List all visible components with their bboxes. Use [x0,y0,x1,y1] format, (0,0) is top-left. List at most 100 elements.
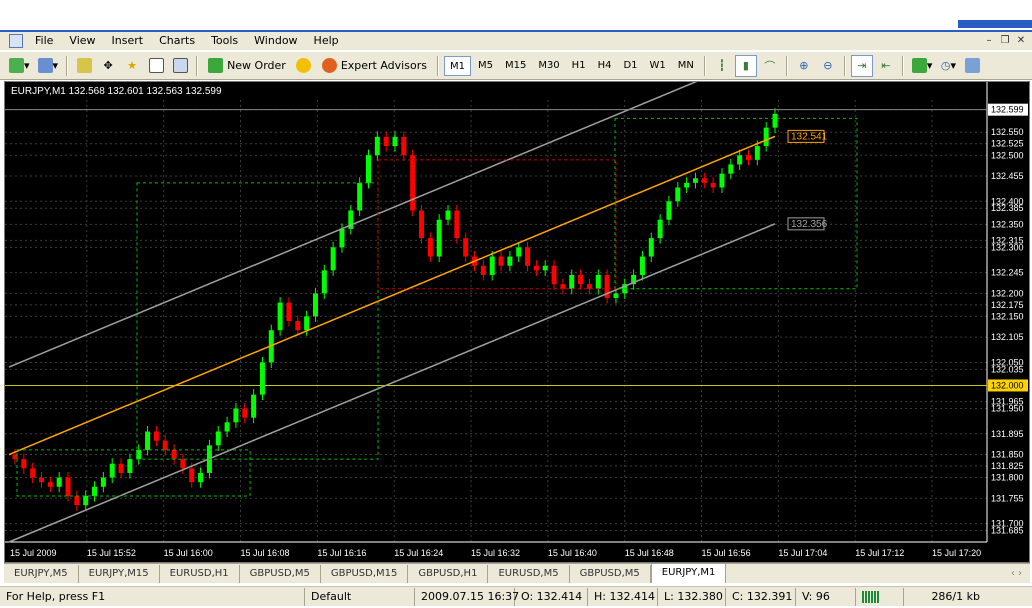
status-help: For Help, press F1 [0,587,305,606]
menu-charts[interactable]: Charts [151,33,203,49]
zoom-in-button[interactable]: ⊕ [793,55,815,77]
timeframe-m15[interactable]: M15 [500,56,531,76]
periods-button[interactable]: ◷ ▾ [937,55,959,77]
line-chart-button[interactable]: ⌒ [759,55,781,77]
tab-eurjpy-m5[interactable]: EURJPY,M5 [4,565,79,583]
indicators-button[interactable]: ▾ [909,55,936,77]
time-axis-label: 15 Jul 16:24 [394,548,443,558]
timeframe-h4[interactable]: H4 [593,56,617,76]
chart-shift-button[interactable]: ⇤ [875,55,897,77]
candle-body [127,459,133,473]
tab-eurjpy-m1[interactable]: EURJPY,M1 [650,563,727,583]
candle-body [480,265,486,275]
star-icon: ★ [127,59,137,72]
candle-body [153,431,159,441]
tab-gbpusd-m5[interactable]: GBPUSD,M5 [240,565,321,583]
candle-body [304,316,310,331]
price-axis-label: 131.685 [991,525,1024,535]
menu-bar: File View Insert Charts Tools Window Hel… [0,30,1032,50]
tab-scroll-arrows[interactable]: ‹ › [1003,565,1030,583]
new-chart-button[interactable]: ▾ [6,55,33,77]
price-axis-label: 132.150 [991,311,1024,321]
bar-chart-button[interactable]: ┇ [711,55,733,77]
menu-window[interactable]: Window [246,33,305,49]
timeframe-w1[interactable]: W1 [645,56,671,76]
candlestick-button[interactable]: ▮ [734,54,757,77]
candle-body [56,477,62,487]
status-close: C: 132.391 [726,587,796,606]
timeframe-m30[interactable]: M30 [533,56,564,76]
profiles-button[interactable]: ▾ [35,55,62,77]
price-axis-label: 131.950 [991,403,1024,413]
candle-body [145,431,151,450]
tab-gbpusd-m5-2[interactable]: GBPUSD,M5 [570,565,651,583]
data-window-button[interactable]: ✥ [97,55,119,77]
status-low: L: 132.380 [658,587,726,606]
zoom-out-icon: ⊖ [823,59,833,72]
menu-file[interactable]: File [27,33,61,49]
candle-body [745,155,751,160]
timeframe-mn[interactable]: MN [673,56,699,76]
toolbar-separator [436,55,439,76]
expert-advisors-button[interactable]: Expert Advisors [317,55,432,77]
new-order-icon [208,58,224,73]
auto-scroll-button[interactable]: ⇥ [850,54,873,77]
templates-button[interactable] [961,55,983,77]
candle-body [419,210,425,239]
tab-gbpusd-m15[interactable]: GBPUSD,M15 [321,565,409,583]
candle-body [259,362,265,395]
candle-body [639,256,645,275]
tab-eurusd-m5[interactable]: EURUSD,M5 [488,565,570,583]
time-axis-label: 15 Jul 16:00 [164,548,213,558]
indicators-icon [911,58,927,73]
navigator-button[interactable]: ★ [121,55,143,77]
terminal-icon [148,58,164,73]
candle-body [100,477,106,487]
new-order-button[interactable]: New Order [203,55,291,77]
new-order-label: New Order [227,59,286,72]
menu-help[interactable]: Help [306,33,347,49]
candle-body [83,495,89,506]
candle-body [489,256,495,275]
price-axis-label: 132.035 [991,364,1024,374]
restore-icon[interactable]: ❐ [998,34,1012,48]
terminal-button[interactable] [145,55,167,77]
meta-editor-button[interactable] [293,55,315,77]
time-axis-label: 15 Jul 16:56 [702,548,751,558]
candle-body [754,146,760,160]
minimize-icon[interactable]: – [982,34,996,48]
close-icon[interactable]: ✕ [1014,34,1028,48]
timeframe-m5[interactable]: M5 [473,56,498,76]
tab-gbpusd-h1[interactable]: GBPUSD,H1 [408,565,489,583]
warning-icon [296,58,312,73]
tab-eurjpy-m15[interactable]: EURJPY,M15 [79,565,160,583]
market-watch-icon [76,58,92,73]
menu-tools[interactable]: Tools [203,33,246,49]
candle-body [613,293,619,298]
timeframe-d1[interactable]: D1 [618,56,642,76]
zoom-out-button[interactable]: ⊖ [817,55,839,77]
price-chart[interactable]: EURJPY,M1 132.568 132.601 132.563 132.59… [5,82,1029,562]
chart-window[interactable]: EURJPY,M1 132.568 132.601 132.563 132.59… [4,81,1030,563]
menu-insert[interactable]: Insert [104,33,152,49]
menu-view[interactable]: View [61,33,103,49]
candle-body [436,219,442,257]
app-icon[interactable] [9,34,23,48]
candle-body [410,155,416,211]
timeframe-m1[interactable]: M1 [443,55,471,76]
candle-body [162,440,168,450]
time-axis-label: 15 Jul 16:40 [548,548,597,558]
time-axis-label: 15 Jul 16:16 [317,548,366,558]
toolbar-separator [843,55,846,76]
candle-body [551,265,557,285]
status-profile: Default [305,587,415,606]
time-axis-label: 15 Jul 17:12 [855,548,904,558]
tester-button[interactable] [169,55,191,77]
market-watch-button[interactable] [73,55,95,77]
candle-body [92,486,98,496]
tester-icon [172,58,188,73]
tab-eurusd-h1[interactable]: EURUSD,H1 [160,565,240,583]
timeframe-h1[interactable]: H1 [567,56,591,76]
candle-body [21,459,27,469]
candle-body [109,463,115,478]
